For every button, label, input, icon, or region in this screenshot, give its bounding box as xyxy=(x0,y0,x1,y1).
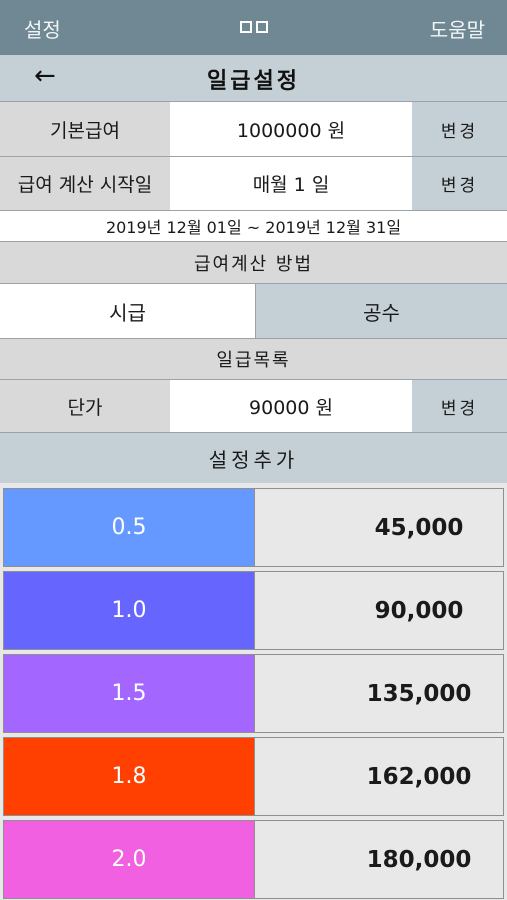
pay-start-value: 매월 1 일 xyxy=(170,157,412,210)
method-option-hourly[interactable]: 시급 xyxy=(0,284,255,338)
daily-list-header: 일급목록 xyxy=(0,338,507,379)
daily-rate-list: 0.5 45,000 1.0 90,000 1.5 135,000 1.8 16… xyxy=(0,483,507,900)
unit-price-value: 90000 원 xyxy=(170,380,412,432)
pay-start-label: 급여 계산 시작일 xyxy=(0,157,170,210)
list-item[interactable]: 2.0 180,000 xyxy=(3,820,504,899)
page-title: 일급설정 xyxy=(207,69,300,94)
help-button[interactable]: 도움말 xyxy=(430,14,485,43)
unit-price-label: 단가 xyxy=(0,380,170,432)
add-setting-button[interactable]: 설정추가 xyxy=(0,432,507,483)
list-item[interactable]: 1.0 90,000 xyxy=(3,571,504,650)
rate-multiplier: 2.0 xyxy=(4,821,254,898)
unit-price-row: 단가 90000 원 변경 xyxy=(0,379,507,432)
list-item[interactable]: 1.5 135,000 xyxy=(3,654,504,733)
pay-method-toggle: 시급 공수 xyxy=(0,283,507,338)
list-item[interactable]: 1.8 162,000 xyxy=(3,737,504,816)
list-item[interactable]: 0.5 45,000 xyxy=(3,488,504,567)
base-pay-change-button[interactable]: 변경 xyxy=(412,102,507,156)
pay-method-header: 급여계산 방법 xyxy=(0,241,507,283)
top-app-bar: 설정 도움말 xyxy=(0,0,507,55)
method-option-gongsu[interactable]: 공수 xyxy=(255,284,507,338)
menu-squares-icon xyxy=(240,21,268,33)
rate-amount: 90,000 xyxy=(254,572,503,649)
rate-amount: 135,000 xyxy=(254,655,503,732)
rate-amount: 45,000 xyxy=(254,489,503,566)
rate-multiplier: 0.5 xyxy=(4,489,254,566)
pay-period-range: 2019년 12월 01일 ~ 2019년 12월 31일 xyxy=(0,210,507,241)
pay-start-row: 급여 계산 시작일 매월 1 일 변경 xyxy=(0,156,507,210)
base-pay-label: 기본급여 xyxy=(0,102,170,156)
base-pay-value: 1000000 원 xyxy=(170,102,412,156)
rate-multiplier: 1.5 xyxy=(4,655,254,732)
rate-amount: 162,000 xyxy=(254,738,503,815)
pay-start-change-button[interactable]: 변경 xyxy=(412,157,507,210)
rate-amount: 180,000 xyxy=(254,821,503,898)
rate-multiplier: 1.8 xyxy=(4,738,254,815)
base-pay-row: 기본급여 1000000 원 변경 xyxy=(0,101,507,156)
nav-bar: ← 일급설정 xyxy=(0,55,507,101)
rate-multiplier: 1.0 xyxy=(4,572,254,649)
unit-price-change-button[interactable]: 변경 xyxy=(412,380,507,432)
settings-button[interactable]: 설정 xyxy=(24,14,61,43)
